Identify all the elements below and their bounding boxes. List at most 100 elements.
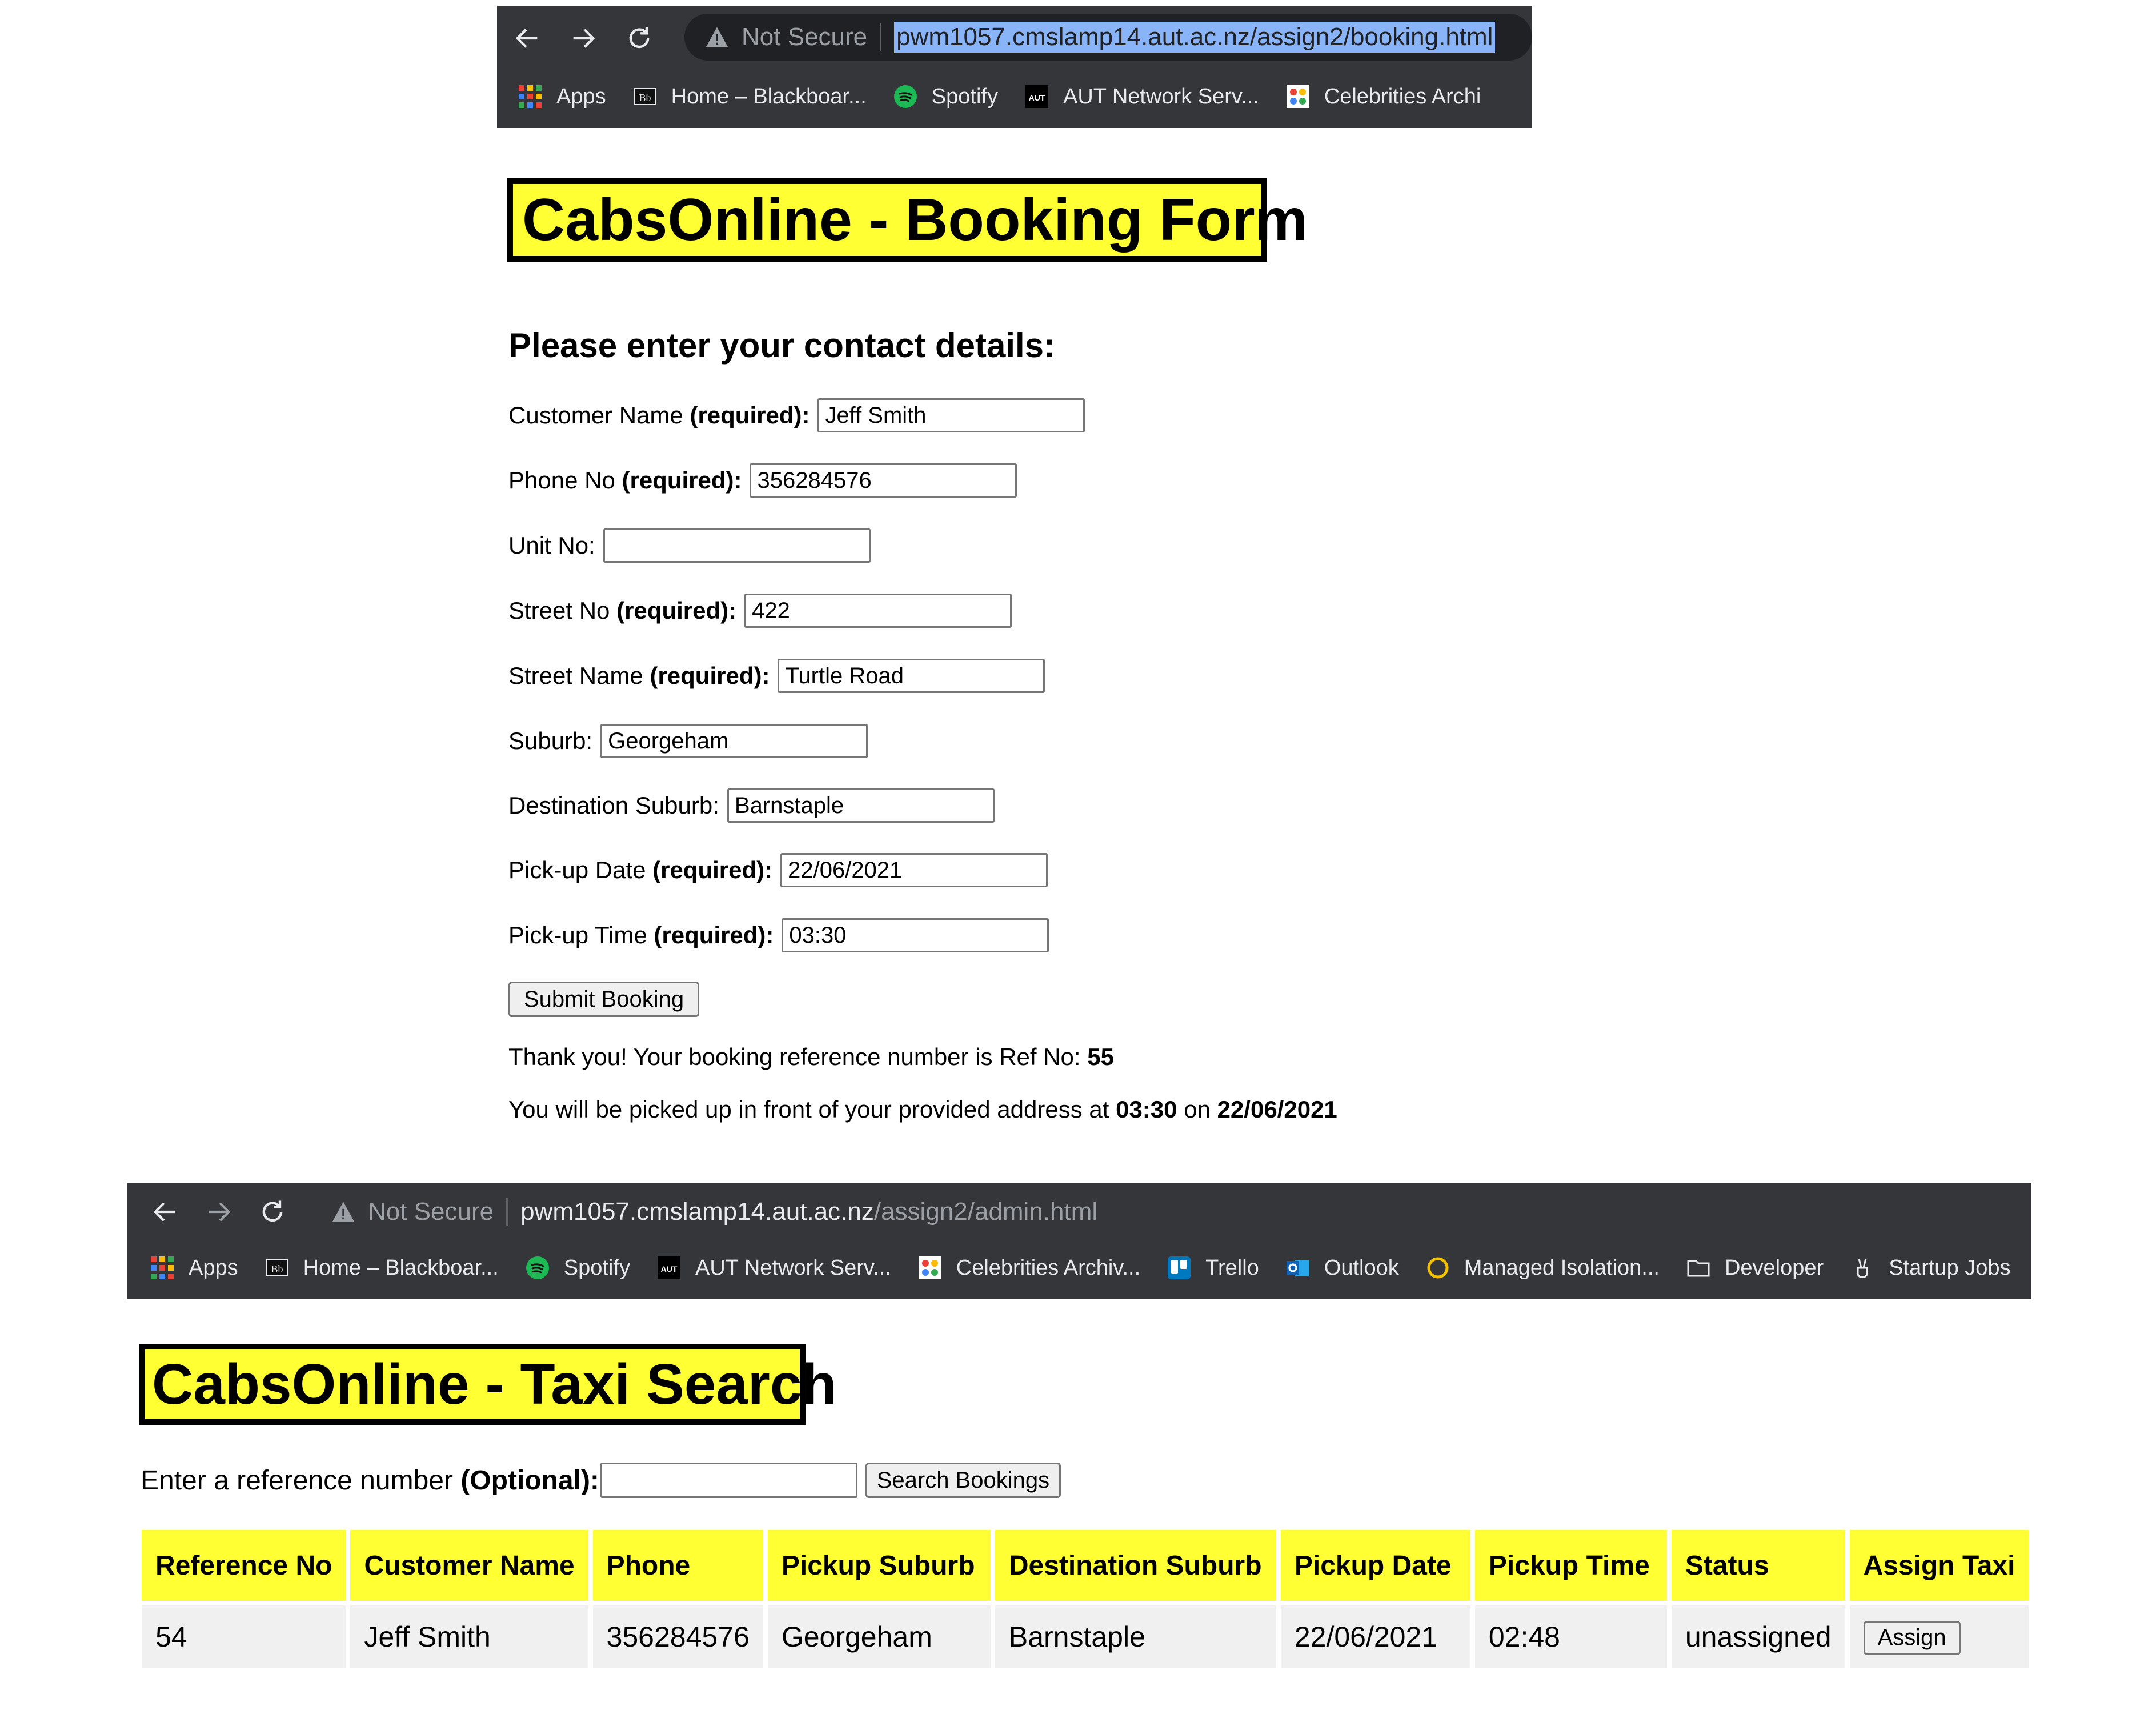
pickup-time-input[interactable] xyxy=(782,918,1049,952)
pickup-time-value: 03:30 xyxy=(1116,1096,1177,1123)
bookings-table: Reference No Customer Name Phone Pickup … xyxy=(137,1525,2033,1673)
bookmark-spotify[interactable]: Spotify xyxy=(526,1256,630,1280)
peace-hand-icon xyxy=(1857,1258,1868,1278)
bookmark-aut[interactable]: AUT AUT Network Serv... xyxy=(1025,85,1259,109)
optional-label: (Optional): xyxy=(460,1465,599,1496)
bookmark-label: Celebrities Archiv... xyxy=(956,1255,1141,1280)
reload-icon[interactable] xyxy=(253,1192,292,1232)
required-label: (required): xyxy=(616,597,737,624)
bookmark-label: Home – Blackboar... xyxy=(671,84,867,109)
pickup-on-text: on xyxy=(1184,1096,1211,1123)
bookmark-managed-isolation[interactable]: Managed Isolation... xyxy=(1426,1256,1660,1280)
reference-search-input[interactable] xyxy=(600,1463,857,1498)
submit-booking-button[interactable]: Submit Booking xyxy=(508,982,699,1017)
folder-icon xyxy=(1687,1260,1710,1277)
bookmark-label: Developer xyxy=(1724,1255,1824,1280)
search-row: Enter a reference number (Optional): Sea… xyxy=(141,1460,1061,1500)
street-name-input[interactable] xyxy=(778,659,1045,693)
address-bar[interactable]: Not Secure pwm1057.cmslamp14.aut.ac.nz/a… xyxy=(684,14,1532,61)
reference-number: 55 xyxy=(1087,1043,1114,1070)
bookmark-apps[interactable]: Apps xyxy=(519,85,606,109)
customer-name-input[interactable] xyxy=(817,398,1085,432)
required-label: (required): xyxy=(652,856,773,883)
destination-suburb-input[interactable] xyxy=(727,788,995,823)
unit-no-input[interactable] xyxy=(603,528,871,563)
table-header-row: Reference No Customer Name Phone Pickup … xyxy=(142,1530,2029,1601)
column-header: Pickup Date xyxy=(1280,1530,1470,1601)
admin-browser-chrome: Not Secure pwm1057.cmslamp14.aut.ac.nz/a… xyxy=(127,1183,2031,1299)
warning-icon xyxy=(706,27,728,47)
blackboard-icon: Bb xyxy=(634,88,656,105)
url-separator xyxy=(506,1198,508,1226)
unit-no-label: Unit No: xyxy=(508,532,595,559)
assign-button[interactable]: Assign xyxy=(1863,1620,1961,1655)
phone-input[interactable] xyxy=(750,463,1017,498)
bookmark-trello[interactable]: Trello xyxy=(1168,1256,1259,1280)
forward-arrow-icon[interactable] xyxy=(199,1192,239,1232)
bookmark-outlook[interactable]: Outlook xyxy=(1286,1255,1399,1280)
back-arrow-icon[interactable] xyxy=(145,1192,185,1232)
admin-page-title: CabsOnline - Taxi Search xyxy=(139,1344,837,1425)
suburb-label: Suburb: xyxy=(508,727,593,754)
street-no-input[interactable] xyxy=(744,594,1012,628)
svg-text:Bb: Bb xyxy=(271,1263,283,1275)
bookmark-label: Celebrities Archi xyxy=(1324,84,1481,109)
pickup-time-row: Pick-up Time (required): xyxy=(508,916,1049,954)
not-secure-label: Not Secure xyxy=(368,1198,494,1226)
svg-text:Bb: Bb xyxy=(639,92,651,103)
bookmark-apps[interactable]: Apps xyxy=(151,1256,238,1280)
bookmark-label: Outlook xyxy=(1324,1255,1399,1280)
pickup-time-cell: 02:48 xyxy=(1474,1605,1667,1668)
url-path[interactable]: /assign2/admin.html xyxy=(874,1198,1097,1226)
suburb-input[interactable] xyxy=(600,724,868,758)
phone-label: Phone No xyxy=(508,467,615,494)
required-label: (required): xyxy=(690,402,810,428)
warning-icon xyxy=(332,1202,355,1222)
confirmation-text: Thank you! Your booking reference number… xyxy=(508,1043,1081,1070)
blackboard-icon: Bb xyxy=(266,1259,288,1276)
bookmark-label: AUT Network Serv... xyxy=(1063,84,1259,109)
destination-suburb-row: Destination Suburb: xyxy=(508,787,995,824)
forward-arrow-icon[interactable] xyxy=(563,18,603,58)
bookmark-label: Home – Blackboar... xyxy=(303,1255,499,1280)
reload-icon[interactable] xyxy=(619,18,659,58)
required-label: (required): xyxy=(654,922,774,948)
bookmark-label: Spotify xyxy=(563,1255,630,1280)
pickup-text: You will be picked up in front of your p… xyxy=(508,1096,1109,1123)
bookmark-celebrities[interactable]: Celebrities Archiv... xyxy=(918,1255,1141,1280)
address-bar[interactable]: Not Secure pwm1057.cmslamp14.aut.ac.nz/a… xyxy=(311,1188,1339,1235)
not-secure-label: Not Secure xyxy=(742,23,868,51)
bookmark-label: Apps xyxy=(189,1255,238,1280)
bookmark-blackboard[interactable]: Bb Home – Blackboar... xyxy=(634,85,867,109)
bookmark-label: Managed Isolation... xyxy=(1464,1255,1660,1280)
assign-taxi-cell: Assign xyxy=(1849,1605,2029,1668)
status-cell: unassigned xyxy=(1671,1605,1845,1668)
spotify-icon xyxy=(893,85,917,108)
bookmark-label: Trello xyxy=(1205,1255,1259,1280)
bookmark-spotify[interactable]: Spotify xyxy=(893,85,998,109)
bookmark-celebrities[interactable]: Celebrities Archi xyxy=(1286,84,1481,109)
pickup-date-value: 22/06/2021 xyxy=(1217,1096,1337,1123)
street-no-row: Street No (required): xyxy=(508,592,1012,630)
bookmark-developer[interactable]: Developer xyxy=(1687,1256,1824,1280)
street-no-label: Street No xyxy=(508,597,610,624)
outlook-icon xyxy=(1286,1260,1309,1276)
contact-details-heading: Please enter your contact details: xyxy=(508,326,1056,365)
search-bookings-button[interactable]: Search Bookings xyxy=(865,1463,1061,1498)
pickup-date-input[interactable] xyxy=(780,853,1048,887)
destination-suburb-label: Destination Suburb: xyxy=(508,792,719,819)
column-header: Reference No xyxy=(142,1530,346,1601)
phone-row: Phone No (required): xyxy=(508,462,1017,499)
url-text[interactable]: pwm1057.cmslamp14.aut.ac.nz/assign2/book… xyxy=(894,22,1496,53)
bookmark-blackboard[interactable]: Bb Home – Blackboar... xyxy=(266,1256,499,1280)
apps-grid-icon xyxy=(519,85,542,108)
confirmation-message: Thank you! Your booking reference number… xyxy=(508,1043,1114,1071)
column-header: Status xyxy=(1671,1530,1845,1601)
pickup-time-label: Pick-up Time xyxy=(508,922,647,948)
back-arrow-icon[interactable] xyxy=(507,18,547,58)
bookmark-startup-jobs[interactable]: Startup Jobs xyxy=(1851,1256,2011,1280)
column-header: Customer Name xyxy=(350,1530,588,1601)
trello-icon xyxy=(1168,1256,1191,1279)
bookmark-aut[interactable]: AUT AUT Network Serv... xyxy=(657,1256,891,1280)
url-host[interactable]: pwm1057.cmslamp14.aut.ac.nz xyxy=(520,1198,874,1226)
